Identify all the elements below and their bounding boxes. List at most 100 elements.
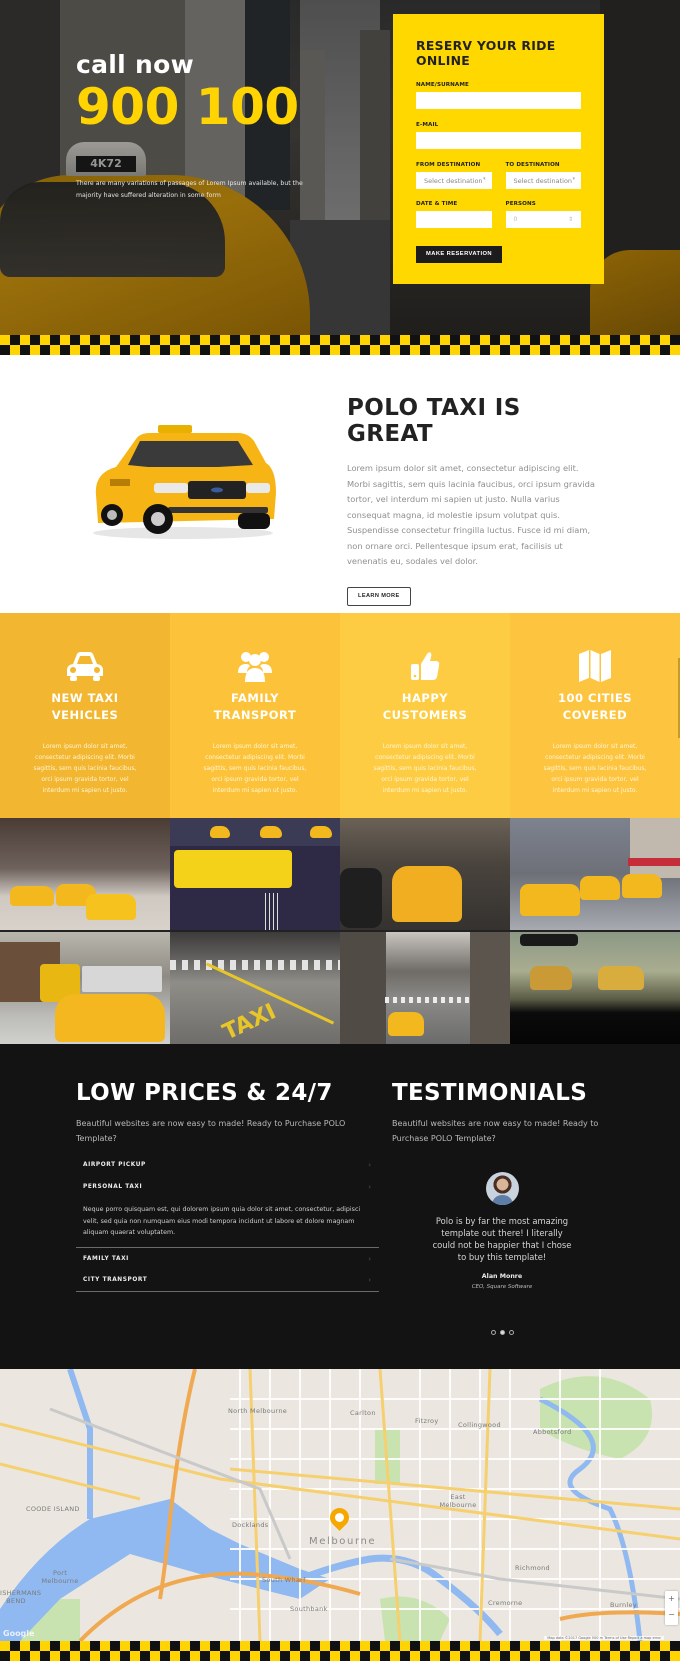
accordion-title: PERSONAL TAXI	[83, 1184, 143, 1190]
gallery-image[interactable]	[510, 932, 680, 1044]
zoom-in-button[interactable]: +	[665, 1591, 678, 1607]
date-time-input[interactable]	[416, 211, 492, 228]
persons-value: 0	[513, 216, 518, 223]
map-canvas	[0, 1369, 680, 1641]
name-label: NAME/SURNAME	[416, 82, 469, 88]
map-label: Docklands	[232, 1521, 269, 1529]
google-logo: Google	[3, 1629, 35, 1638]
testimonial-card: Polo is by far the most amazing template…	[392, 1172, 612, 1335]
gallery-image[interactable]	[340, 932, 510, 1044]
gallery-image[interactable]: TAXI	[170, 932, 340, 1044]
chevron-right-icon: ›	[368, 1254, 371, 1263]
checker-divider	[0, 335, 680, 355]
accordion-title: AIRPORT PICKUP	[83, 1162, 146, 1168]
learn-more-button[interactable]: LEARN MORE	[347, 586, 411, 606]
map-label: Carlton	[350, 1409, 376, 1417]
testimonial-quote: Polo is by far the most amazing template…	[432, 1216, 572, 1262]
to-destination-select[interactable]: Select destination ▾	[505, 172, 581, 189]
users-icon	[170, 648, 340, 684]
testimonials-column: TESTIMONIALS Beautiful websites are now …	[392, 1080, 612, 1335]
map-label: COODE ISLAND	[26, 1505, 80, 1513]
map-label: Richmond	[515, 1564, 550, 1572]
date-group: DATE & TIME	[416, 201, 492, 240]
map-attribution[interactable]: Map data ©2017 Google 500 m Terms of Use…	[544, 1636, 664, 1640]
testimonials-title: TESTIMONIALS	[392, 1080, 588, 1106]
dropdown-arrow-icon: ▾	[482, 176, 486, 182]
gallery-image[interactable]	[340, 818, 510, 930]
gallery-image[interactable]	[510, 818, 680, 930]
destination-row: FROM DESTINATION Select destination ▾ TO…	[416, 162, 581, 201]
feature-title: NEW TAXI VEHICLES	[51, 691, 119, 722]
feature-family-transport: FAMILY TRANSPORT Lorem ipsum dolor sit am…	[170, 613, 340, 818]
feature-title: HAPPY CUSTOMERS	[382, 691, 468, 722]
low-prices-title: LOW PRICES & 24/7	[76, 1080, 333, 1106]
name-input[interactable]	[416, 92, 581, 109]
carousel-dot[interactable]	[508, 1330, 514, 1335]
carousel-dot[interactable]	[490, 1330, 496, 1335]
zoom-out-button[interactable]: −	[665, 1607, 678, 1623]
testimonial-author: Alan Monre	[481, 1273, 523, 1280]
chevron-right-icon: ›	[368, 1276, 371, 1284]
about-title: POLO TAXI IS GREAT	[347, 395, 521, 447]
hero-description: There are many variations of passages of…	[76, 179, 303, 199]
to-destination-group: TO DESTINATION Select destination ▾	[505, 162, 581, 201]
car-icon	[0, 648, 170, 684]
location-map[interactable]: North Melbourne Carlton Fitzroy Collingw…	[0, 1369, 680, 1641]
gallery-image[interactable]	[170, 818, 340, 930]
map-label: Cremorne	[488, 1599, 523, 1607]
from-destination-label: FROM DESTINATION	[416, 162, 481, 168]
services-accordion: AIRPORT PICKUP › PERSONAL TAXI › Neque p…	[76, 1154, 379, 1292]
checker-divider-footer	[0, 1641, 680, 1661]
from-destination-group: FROM DESTINATION Select destination ▾	[416, 162, 492, 201]
feature-100-cities-covered: 100 CITIES COVERED Lorem ipsum dolor sit …	[510, 613, 680, 818]
persons-group: PERSONS 0 ⇕	[505, 201, 581, 240]
hero-copy: call now 900 100 There are many variatio…	[76, 50, 326, 202]
make-reservation-button[interactable]: MAKE RESERVATION	[416, 246, 502, 263]
phone-number[interactable]: 900 100	[76, 81, 326, 134]
date-label: DATE & TIME	[416, 201, 458, 207]
thumbs-up-icon	[340, 648, 510, 684]
testimonial-role: CEO, Square Software	[471, 1284, 533, 1290]
carousel-dot-active[interactable]	[499, 1330, 505, 1335]
map-label: Collingwood	[458, 1421, 501, 1429]
accordion-item-city-transport[interactable]: CITY TRANSPORT ›	[76, 1270, 379, 1292]
map-city-label: Melbourne	[309, 1536, 377, 1547]
photo-gallery: TAXI	[0, 818, 680, 1044]
chevron-right-icon: ›	[368, 1161, 371, 1169]
about-section: POLO TAXI IS GREAT Lorem ipsum dolor sit…	[0, 355, 680, 613]
email-label: E-MAIL	[416, 122, 439, 128]
persons-stepper[interactable]: 0 ⇕	[505, 211, 581, 228]
feature-body: Lorem ipsum dolor sit amet, consectetur …	[203, 743, 307, 794]
to-destination-placeholder: Select destination	[513, 176, 573, 185]
gallery-image[interactable]	[0, 932, 170, 1044]
map-label: Port Melbourne	[41, 1569, 79, 1585]
low-prices-column: LOW PRICES & 24/7 Beautiful websites are…	[76, 1080, 379, 1292]
accordion-item-airport-pickup[interactable]: AIRPORT PICKUP ›	[76, 1154, 379, 1176]
from-destination-select[interactable]: Select destination ▾	[416, 172, 492, 189]
map-zoom-control: + −	[665, 1591, 678, 1625]
gallery-image[interactable]	[0, 818, 170, 930]
accordion-item-family-taxi[interactable]: FAMILY TAXI ›	[76, 1248, 379, 1270]
map-label: Abbotsford	[533, 1428, 572, 1436]
map-label: Southbank	[290, 1605, 328, 1613]
testimonials-lead: Beautiful websites are now easy to made!…	[392, 1119, 599, 1143]
accordion-item-personal-taxi[interactable]: PERSONAL TAXI ›	[76, 1176, 379, 1198]
accordion-title: CITY TRANSPORT	[83, 1277, 148, 1283]
feature-title: FAMILY TRANSPORT	[213, 691, 297, 722]
date-persons-row: DATE & TIME PERSONS 0 ⇕	[416, 201, 581, 240]
feature-happy-customers: HAPPY CUSTOMERS Lorem ipsum dolor sit ame…	[340, 613, 510, 818]
map-label: FISHERMANS BEND	[0, 1589, 42, 1605]
booking-form: RESERV YOUR RIDE ONLINE NAME/SURNAME E-M…	[393, 14, 604, 284]
email-input[interactable]	[416, 132, 581, 149]
prices-testimonials-section: LOW PRICES & 24/7 Beautiful websites are…	[0, 1044, 680, 1369]
accordion-title: FAMILY TAXI	[83, 1255, 129, 1262]
avatar	[485, 1172, 519, 1205]
low-prices-lead: Beautiful websites are now easy to made!…	[76, 1119, 346, 1143]
taxi-car-image	[93, 425, 276, 539]
stepper-arrows-icon[interactable]: ⇕	[568, 216, 573, 223]
about-text: POLO TAXI IS GREAT Lorem ipsum dolor sit…	[347, 395, 597, 606]
features-section: NEW TAXI VEHICLES Lorem ipsum dolor sit a…	[0, 613, 680, 818]
from-destination-placeholder: Select destination	[424, 176, 483, 185]
carousel-dots	[392, 1330, 612, 1335]
feature-new-taxi-vehicles: NEW TAXI VEHICLES Lorem ipsum dolor sit a…	[0, 613, 170, 818]
